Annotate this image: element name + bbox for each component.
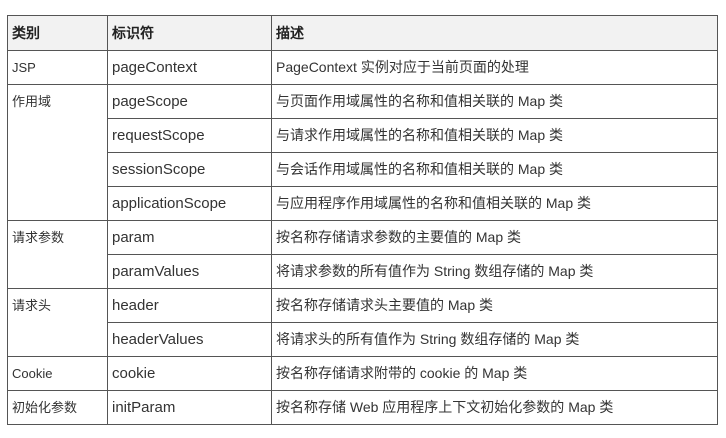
identifier-cell: pageContext [107,50,272,85]
identifier-cell: pageScope [107,84,272,119]
identifier-cell: param [107,220,272,255]
table-body: JSP pageContext PageContext 实例对应于当前页面的处理… [7,50,718,425]
identifier-cell: headerValues [107,322,272,357]
identifier-cell: initParam [107,390,272,425]
table-row: sessionScope 与会话作用域属性的名称和值相关联的 Map 类 [8,152,718,187]
header-row: 类别 标识符 描述 [7,15,718,51]
description-cell: 与页面作用域属性的名称和值相关联的 Map 类 [271,84,718,119]
description-cell: 与应用程序作用域属性的名称和值相关联的 Map 类 [271,186,718,221]
category-cell: 请求头 [7,288,108,357]
table-row: 请求参数 param 按名称存储请求参数的主要值的 Map 类 [7,220,718,289]
table-row: applicationScope 与应用程序作用域属性的名称和值相关联的 Map… [8,186,718,221]
category-cell: 初始化参数 [7,390,108,425]
table-row: paramValues 将请求参数的所有值作为 String 数组存储的 Map… [8,254,718,289]
table-row: 初始化参数 initParam 按名称存储 Web 应用程序上下文初始化参数的 … [7,390,718,425]
description-cell: 按名称存储请求头主要值的 Map 类 [271,288,718,323]
table-row: Cookie cookie 按名称存储请求附带的 cookie 的 Map 类 [7,356,718,391]
identifier-cell: sessionScope [107,152,272,187]
table-row: 作用域 pageScope 与页面作用域属性的名称和值相关联的 Map 类 [7,84,718,221]
identifier-cell: applicationScope [107,186,272,221]
description-cell: PageContext 实例对应于当前页面的处理 [271,50,718,85]
description-cell: 将请求头的所有值作为 String 数组存储的 Map 类 [271,322,718,357]
table-row: 请求头 header 按名称存储请求头主要值的 Map 类 [7,288,718,357]
identifier-cell: cookie [107,356,272,391]
description-cell: 按名称存储 Web 应用程序上下文初始化参数的 Map 类 [271,390,718,425]
header-identifier: 标识符 [107,15,272,51]
description-cell: 按名称存储请求附带的 cookie 的 Map 类 [271,356,718,391]
description-cell: 与会话作用域属性的名称和值相关联的 Map 类 [271,152,718,187]
category-cell: 作用域 [7,84,108,221]
category-cell: JSP [7,50,108,85]
table-header: 类别 标识符 描述 [7,15,718,51]
table-row: JSP pageContext PageContext 实例对应于当前页面的处理 [7,50,718,85]
identifier-cell: requestScope [107,118,272,153]
category-cell: 请求参数 [7,220,108,289]
header-category: 类别 [7,15,108,51]
implicit-objects-table: 类别 标识符 描述 JSP pageContext PageContext 实例… [7,15,718,425]
identifier-cell: header [107,288,272,323]
description-cell: 将请求参数的所有值作为 String 数组存储的 Map 类 [271,254,718,289]
identifier-cell: paramValues [107,254,272,289]
category-cell: Cookie [7,356,108,391]
description-cell: 按名称存储请求参数的主要值的 Map 类 [271,220,718,255]
header-description: 描述 [271,15,718,51]
description-cell: 与请求作用域属性的名称和值相关联的 Map 类 [271,118,718,153]
table-row: headerValues 将请求头的所有值作为 String 数组存储的 Map… [8,322,718,357]
table-row: requestScope 与请求作用域属性的名称和值相关联的 Map 类 [8,118,718,153]
